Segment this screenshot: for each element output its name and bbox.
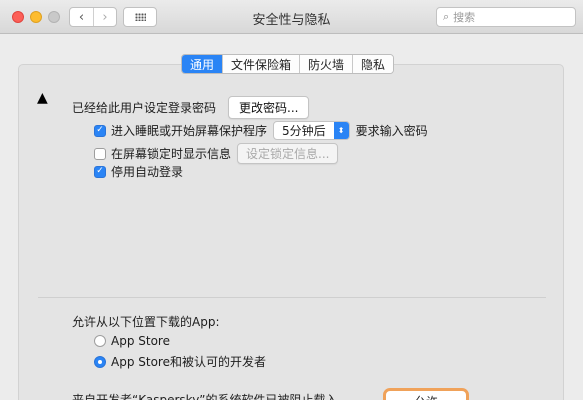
- identified-developers-label: App Store和被认可的开发者: [111, 355, 266, 369]
- autologin-row: ✓ 停用自动登录: [94, 163, 183, 180]
- allow-button[interactable]: 允许: [383, 388, 469, 400]
- mouse-cursor-icon: ▲: [37, 90, 48, 106]
- downloads-heading-row: 允许从以下位置下载的App:: [72, 313, 220, 330]
- section-divider: [38, 297, 546, 298]
- tab-firewall[interactable]: 防火墙: [299, 55, 353, 73]
- select-value: 5分钟后: [282, 124, 326, 138]
- title-bar: ‹ › 安全性与隐私 ⌕ 搜索: [0, 0, 583, 34]
- set-lock-message-button[interactable]: 设定锁定信息...: [237, 143, 339, 164]
- tab-filevault[interactable]: 文件保险箱: [222, 55, 300, 73]
- app-store-option-row: App Store: [94, 334, 170, 348]
- tab-bar: 通用 文件保险箱 防火墙 隐私: [181, 54, 395, 74]
- identified-devs-option-row: App Store和被认可的开发者: [94, 353, 266, 370]
- require-password-delay-select[interactable]: 5分钟后 ⬍: [273, 121, 350, 140]
- blocked-software-message: 来自开发者“Kaspersky”的系统软件已被阻止载入: [72, 393, 338, 400]
- require-password-suffix: 要求输入密码: [355, 124, 428, 138]
- password-label: 已经给此用户设定登录密码: [72, 101, 217, 115]
- require-password-row: ✓ 进入睡眠或开始屏幕保护程序 5分钟后 ⬍ 要求输入密码: [94, 121, 428, 140]
- disable-autologin-label: 停用自动登录: [111, 165, 184, 179]
- require-password-label: 进入睡眠或开始屏幕保护程序: [111, 124, 268, 138]
- chevron-updown-icon: ⬍: [333, 122, 349, 139]
- search-placeholder: 搜索: [453, 11, 476, 24]
- downloads-heading: 允许从以下位置下载的App:: [72, 315, 220, 329]
- identified-developers-radio[interactable]: [94, 355, 106, 368]
- app-store-label: App Store: [111, 334, 170, 348]
- app-store-radio[interactable]: [94, 335, 106, 347]
- disable-autologin-checkbox[interactable]: ✓: [94, 165, 106, 178]
- search-field[interactable]: ⌕ 搜索: [436, 7, 576, 27]
- lock-message-row: 在屏幕锁定时显示信息 设定锁定信息...: [94, 143, 339, 164]
- change-password-button[interactable]: 更改密码...: [228, 96, 310, 119]
- search-icon: ⌕: [443, 10, 450, 23]
- password-row: 已经给此用户设定登录密码 更改密码...: [72, 96, 310, 119]
- lock-message-label: 在屏幕锁定时显示信息: [111, 147, 232, 161]
- require-password-checkbox[interactable]: ✓: [94, 124, 106, 137]
- lock-message-checkbox[interactable]: [94, 147, 106, 160]
- tab-privacy[interactable]: 隐私: [352, 55, 394, 73]
- tab-general[interactable]: 通用: [182, 55, 223, 73]
